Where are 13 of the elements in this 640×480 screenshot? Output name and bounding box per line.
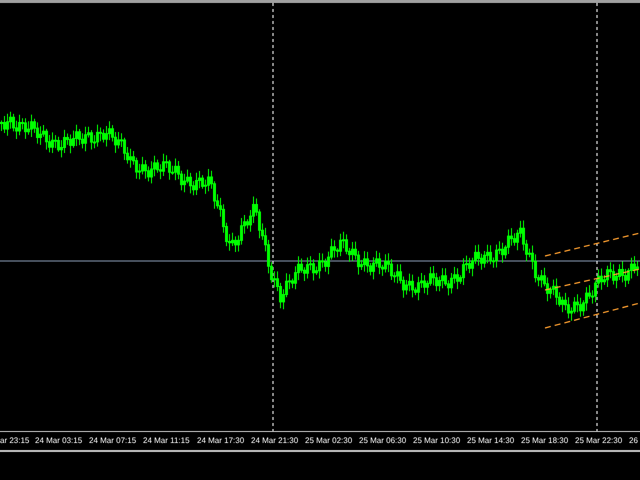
time-axis-label: 25 Mar 14:30 xyxy=(466,436,516,446)
time-axis-label: 25 Mar 10:30 xyxy=(412,436,462,446)
time-axis-label: 24 Mar 07:15 xyxy=(88,436,138,446)
time-axis-label: 24 Mar 21:30 xyxy=(250,436,300,446)
time-axis-label: 25 Mar 06:30 xyxy=(358,436,408,446)
time-axis-label: 25 Mar 22:30 xyxy=(574,436,624,446)
time-axis-label: 24 Mar 17:30 xyxy=(196,436,246,446)
time-axis-label: 25 Mar 18:30 xyxy=(520,436,570,446)
time-axis-label: ar 23:15 xyxy=(0,436,30,446)
time-axis-label: 24 Mar 03:15 xyxy=(34,436,84,446)
time-axis-label: 25 Mar 02:30 xyxy=(304,436,354,446)
time-axis-label: 26 xyxy=(628,436,639,446)
time-axis-label: 24 Mar 11:15 xyxy=(142,436,191,446)
